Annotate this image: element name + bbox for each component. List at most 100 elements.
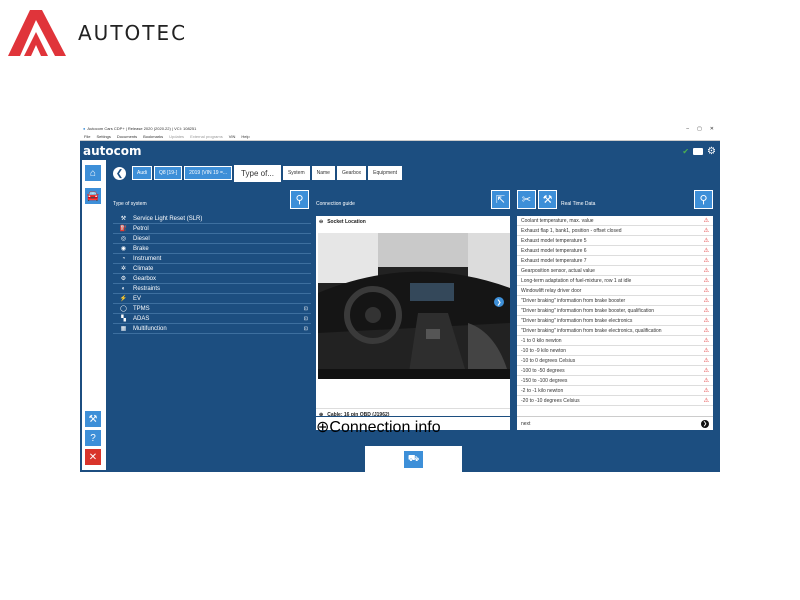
connection-info-header[interactable]: ⊕Connection info [316,416,510,436]
vehicle-scan-button[interactable]: ⛟ [404,450,423,468]
next-image-button[interactable]: ❯ [494,297,504,307]
rt-label: Long-term adaptation of fuel-mixture, ro… [521,277,632,284]
warning-icon: ⚠ [703,318,709,324]
list-item[interactable]: "Driver braking" information from brake … [517,306,713,316]
menu-documents[interactable]: Documents [117,134,137,139]
list-item[interactable]: ⚙ Gearbox [113,274,311,284]
crumb-year[interactable]: 2019 (VIN 19 =... [184,166,233,180]
tools-button[interactable]: ⚒ [84,410,102,428]
vehicle-button[interactable]: 🚘 [84,187,102,205]
system-icon: ▦ [120,326,127,332]
list-item[interactable]: Gearposition sensor, actual value ⚠ [517,266,713,276]
list-item[interactable]: ⚒ Service Light Reset (SLR) [113,214,311,224]
next-arrow-icon[interactable]: ❯ [701,419,709,428]
list-item[interactable]: ✲ Climate [113,264,311,274]
list-item[interactable]: Exhaust model temperature 6 ⚠ [517,246,713,256]
list-item[interactable]: Exhaust model temperature 7 ⚠ [517,256,713,266]
list-item[interactable]: Coolant temperature, max. value ⚠ [517,216,713,226]
list-item[interactable]: Exhaust model temperature 5 ⚠ [517,236,713,246]
list-item[interactable]: -2 to -1 kilo newton ⚠ [517,386,713,396]
system-label: Instrument [133,255,162,262]
exit-button[interactable]: ✕ [84,448,102,466]
menu-file[interactable]: File [84,134,90,139]
menu-vin[interactable]: VIN [229,134,236,139]
list-item[interactable]: -20 to -10 degrees Celsius ⚠ [517,396,713,406]
list-item[interactable]: ◎ Diesel [113,234,311,244]
rt-label: Coolant temperature, max. value [521,217,594,224]
settings-gear-icon[interactable]: ⚙ [707,146,716,157]
close-window-button[interactable]: ✕ [710,126,714,132]
home-button[interactable]: ⌂ [84,164,102,182]
connection-info-label: Connection info [329,419,441,436]
menu-updates[interactable]: Updates [169,134,184,139]
rt-label: Exhaust model temperature 5 [521,237,587,244]
rt-label: -1 to 0 kilo newton [521,337,562,344]
menu-help[interactable]: Help [241,134,249,139]
back-button[interactable]: ❮ [113,167,126,180]
top-right-tools: ✔ ⚙ [682,146,716,157]
list-item[interactable]: ▦ Multifunction ⊡ [113,324,311,334]
list-item[interactable]: Exhaust flap 1, bank1, position - offset… [517,226,713,236]
warning-icon: ⚠ [703,218,709,224]
tools-edit-button[interactable]: ⚒ [538,190,557,209]
warning-icon: ⚠ [703,398,709,404]
menu-bookmarks[interactable]: Bookmarks [143,134,163,139]
connection-open-button[interactable]: ⇱ [491,190,510,209]
menu-external-programs[interactable]: External programs [190,134,223,139]
list-item[interactable]: "Driver braking" information from brake … [517,326,713,336]
system-icon: ⚒ [120,216,127,222]
list-item[interactable]: Windowlift relay driver door ⚠ [517,286,713,296]
list-item[interactable]: -1 to 0 kilo newton ⚠ [517,336,713,346]
list-item[interactable]: ◐ Restraints [113,284,311,294]
list-item[interactable]: Long-term adaptation of fuel-mixture, ro… [517,276,713,286]
realtime-search-button[interactable]: ⚲ [694,190,713,209]
warning-icon: ⚠ [703,238,709,244]
help-button[interactable]: ? [84,429,102,447]
warning-icon: ⚠ [703,308,709,314]
tab-equipment[interactable]: Equipment [368,166,403,180]
list-item[interactable]: ⛽ Petrol [113,224,311,234]
rt-label: Exhaust model temperature 7 [521,257,587,264]
battery-icon[interactable] [693,148,704,155]
app-window: ● Autocom Cars CDP+ | Release 2020 (2020… [80,124,720,472]
minimize-button[interactable]: – [686,126,689,132]
next-row[interactable]: next ❯ [517,416,713,430]
tab-name[interactable]: Name [311,166,335,180]
rt-label: "Driver braking" information from brake … [521,317,633,324]
crumb-model[interactable]: Q8 [19-] [154,166,183,180]
list-item[interactable]: -10 to 0 degrees Celsius ⚠ [517,356,713,366]
crumb-type[interactable]: Type of... [234,165,281,182]
connection-title: Connection guide [316,201,355,207]
crumb-make[interactable]: Audi [132,166,153,180]
rt-label: -10 to 0 degrees Celsius [521,357,576,364]
maximize-button[interactable]: ▢ [697,126,702,132]
list-item[interactable]: ◔ Instrument [113,254,311,264]
car-interior-image [318,233,510,379]
rt-label: -150 to -100 degrees [521,377,568,384]
socket-location-header[interactable]: ⊖ Socket Location [316,216,510,228]
list-item[interactable]: -150 to -100 degrees ⚠ [517,376,713,386]
system-label: Diesel [133,235,150,242]
warning-icon: ⚠ [703,328,709,334]
list-item[interactable]: -10 to -9 kilo newton ⚠ [517,346,713,356]
system-icon: ◐ [121,285,126,292]
list-item[interactable]: ▚ ADAS ⊡ [113,314,311,324]
tab-gearbox[interactable]: Gearbox [336,166,367,180]
search-icon: ⚲ [295,194,304,206]
next-label: next [521,420,531,427]
list-item[interactable]: ◯ TPMS ⊡ [113,304,311,314]
list-item[interactable]: -100 to -50 degrees ⚠ [517,366,713,376]
list-item[interactable]: "Driver braking" information from brake … [517,316,713,326]
systems-search-button[interactable]: ⚲ [290,190,309,209]
tools-panel-button[interactable]: ✂ [517,190,536,209]
systems-list: ⚒ Service Light Reset (SLR) ⛽ Petrol ◎ Dies… [113,214,311,334]
app-window-icon: ● [83,126,86,131]
menu-settings[interactable]: Settings [96,134,110,139]
list-item[interactable]: ◉ Brake [113,244,311,254]
chevron-left-icon: ❮ [115,168,124,178]
rt-label: -20 to -10 degrees Celsius [521,397,580,404]
list-item[interactable]: ⚡ EV [113,294,311,304]
system-label: TPMS [133,305,150,312]
list-item[interactable]: "Driver braking" information from brake … [517,296,713,306]
tab-system[interactable]: System [282,166,310,180]
